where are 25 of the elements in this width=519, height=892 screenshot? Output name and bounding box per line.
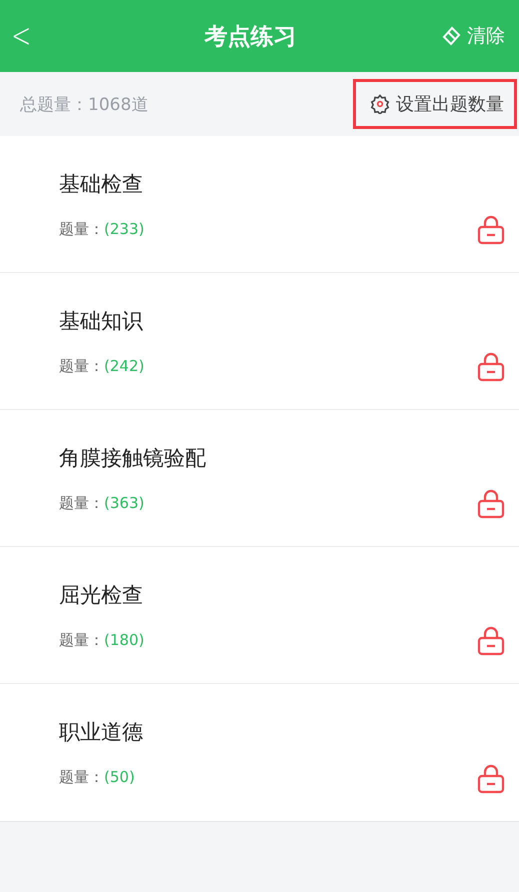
topic-name: 屈光检查 [59,582,144,608]
question-count: 题量：(180) [59,630,144,650]
lock-icon [477,215,505,245]
eraser-icon [441,26,461,46]
settings-icon [370,94,390,114]
topic-name: 角膜接触镜验配 [59,444,206,472]
lock-icon [477,352,505,382]
topic-name: 职业道德 [59,719,143,746]
topic-item[interactable]: 角膜接触镜验配 题量：(363) [0,410,519,547]
topic-item[interactable]: 职业道德 题量：(50) [0,684,519,821]
topic-item[interactable]: 屈光检查 题量：(180) [0,547,519,684]
lock-icon [477,626,505,656]
total-count: 总题量：1068道 [20,94,148,116]
question-count: 题量：(363) [59,494,146,512]
question-count: 题量：(233) [59,220,144,238]
topic-item[interactable]: 基础知识 题量：(242) [0,273,519,410]
lock-icon [477,764,505,794]
settings-button[interactable]: 设置出题数量 [353,79,517,129]
page-title: 考点练习 [203,22,298,52]
topic-name: 基础知识 [59,308,144,334]
question-count: 题量：(242) [59,356,144,376]
question-count: 题量：(50) [59,768,136,787]
topic-name: 基础检查 [59,170,144,198]
topic-item[interactable]: 基础检查 题量：(233) [0,136,519,273]
lock-icon [477,489,505,519]
